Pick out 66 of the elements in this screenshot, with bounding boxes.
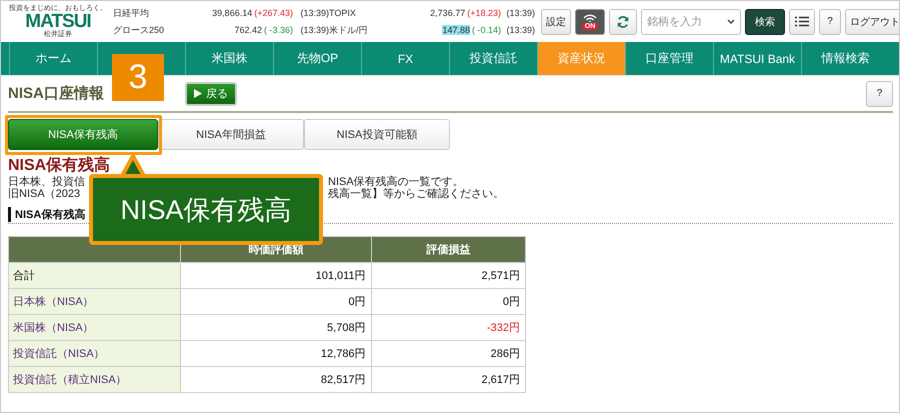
wifi-icon bbox=[583, 14, 597, 22]
refresh-icon bbox=[616, 14, 630, 28]
description-text: 日本株、投資信 bbox=[8, 176, 86, 188]
index-value: 762.42 bbox=[234, 25, 262, 35]
table-cell: 286円 bbox=[371, 340, 526, 366]
description-text: NISA保有残高の一覧です。 bbox=[328, 176, 464, 188]
table-cell: 82,517円 bbox=[180, 366, 372, 392]
index-name: 米ドル/円 bbox=[329, 24, 369, 36]
column-header: 評価損益 bbox=[371, 236, 526, 262]
nav-tab[interactable]: FX bbox=[361, 42, 449, 75]
index-time: (13:39) bbox=[505, 25, 535, 35]
section-heading: NISA保有残高 bbox=[8, 155, 110, 176]
search-button[interactable]: 検索 bbox=[745, 8, 785, 34]
table-cell: 101,011円 bbox=[180, 262, 372, 288]
nav-tab[interactable]: 先物OP bbox=[273, 42, 361, 75]
index-change: ( -0.14) bbox=[472, 25, 501, 35]
row-label[interactable]: 日本株（NISA） bbox=[8, 288, 180, 314]
table-cell: -332円 bbox=[371, 314, 526, 340]
description-text: 旧NISA（2023 bbox=[8, 188, 82, 200]
back-button[interactable]: 戻る bbox=[185, 82, 237, 106]
description-text: 残高一覧】等からご確認ください。 bbox=[328, 188, 504, 200]
index-time: (13:39) bbox=[299, 8, 329, 18]
index-time: (13:39) bbox=[299, 25, 329, 35]
index-name: TOPIX bbox=[329, 8, 357, 18]
nav-tab[interactable]: ホーム bbox=[9, 42, 97, 75]
index-value: 39,866.14 bbox=[212, 8, 252, 18]
table-cell: 5,708円 bbox=[180, 314, 372, 340]
help-button[interactable]: ? bbox=[866, 80, 893, 106]
index-name: 日経平均 bbox=[113, 6, 150, 20]
menu-button[interactable] bbox=[789, 8, 815, 34]
subsection-title: NISA保有残高 bbox=[8, 207, 86, 222]
table-cell: 2,617円 bbox=[371, 366, 526, 392]
callout: NISA保有残高 bbox=[89, 174, 323, 245]
row-label: 合計 bbox=[8, 262, 180, 288]
play-icon bbox=[194, 89, 202, 98]
nav-tab[interactable]: 口座管理 bbox=[625, 42, 713, 75]
nav-tab[interactable]: 米国株 bbox=[185, 42, 273, 75]
tab[interactable]: NISA保有残高 bbox=[8, 119, 158, 150]
settings-button[interactable]: 設定 bbox=[541, 8, 571, 34]
row-label[interactable]: 投資信託（NISA） bbox=[8, 340, 180, 366]
index-value: 147.88 bbox=[442, 25, 470, 35]
help-button[interactable]: ? bbox=[819, 8, 841, 34]
index-time: (13:39) bbox=[505, 8, 535, 18]
table-cell: 0円 bbox=[371, 288, 526, 314]
row-label[interactable]: 米国株（NISA） bbox=[8, 314, 180, 340]
index-change: ( -3.36) bbox=[264, 25, 293, 35]
nav-tab[interactable]: 情報検索 bbox=[801, 42, 889, 75]
row-label[interactable]: 投資信託（積立NISA） bbox=[8, 366, 180, 392]
table-cell: 2,571円 bbox=[371, 262, 526, 288]
stock-select[interactable]: 銘柄を入力 bbox=[641, 8, 741, 34]
tab[interactable]: NISA年間損益 bbox=[158, 119, 304, 150]
table-cell: 12,786円 bbox=[180, 340, 372, 366]
logout-button[interactable]: ログアウト bbox=[845, 8, 899, 34]
index-change: (+18.23) bbox=[467, 8, 501, 18]
index-name: グロース250 bbox=[113, 24, 166, 36]
list-icon bbox=[795, 16, 809, 27]
step-badge: 3 bbox=[112, 54, 164, 101]
index-value: 2,736.77 bbox=[430, 8, 466, 18]
nav-tab[interactable]: MATSUI Bank bbox=[713, 42, 801, 75]
tab[interactable]: NISA投資可能額 bbox=[304, 119, 450, 150]
refresh-button[interactable] bbox=[609, 8, 637, 34]
table-cell: 0円 bbox=[180, 288, 372, 314]
index-change: (+267.43) bbox=[254, 8, 293, 18]
page-title: NISA口座情報 bbox=[8, 84, 105, 103]
logo[interactable]: MATSUI bbox=[25, 12, 91, 30]
chevron-down-icon bbox=[727, 18, 735, 24]
